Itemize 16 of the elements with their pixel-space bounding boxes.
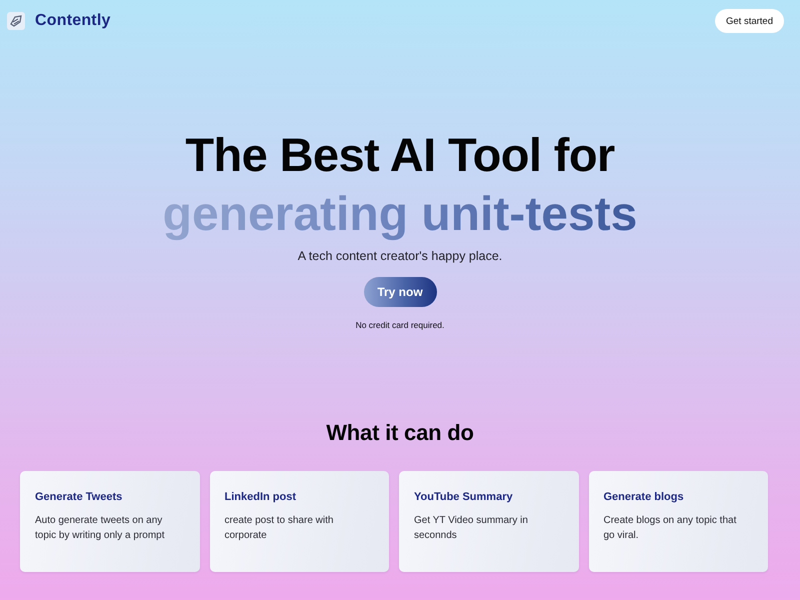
card-title: YouTube Summary (414, 491, 513, 503)
card-description: Create blogs on any topic that go viral. (604, 514, 738, 543)
card-description: create post to share with corporate (224, 514, 334, 543)
card-title: Generate Tweets (35, 491, 122, 503)
card-title: Generate blogs (604, 491, 684, 503)
card-description: Get YT Video summary in seconnds (414, 514, 529, 543)
logo-icon (7, 12, 25, 30)
card-description: Auto generate tweets on any topic by writing only a prompt (35, 514, 166, 543)
try-now-button[interactable]: Try now (364, 277, 436, 307)
credit-card-note: No credit card required. (356, 320, 444, 330)
brand-name[interactable]: Contently (35, 12, 111, 30)
features-heading: What it can do (326, 420, 474, 446)
hero-subtitle: A tech content creator's happy place. (298, 249, 502, 263)
get-started-button[interactable]: Get started (715, 9, 784, 33)
card-title: LinkedIn post (224, 491, 296, 503)
hero-title: The Best AI Tool for (185, 129, 615, 181)
